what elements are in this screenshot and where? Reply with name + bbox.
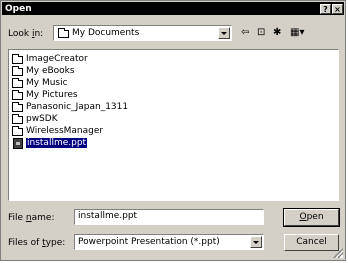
close-button[interactable]: × xyxy=(332,3,343,14)
file-list[interactable]: ImageCreator My eBooks My Music My Pictu… xyxy=(8,49,339,201)
title-bar[interactable]: Open ? × xyxy=(2,2,344,15)
window-title: Open xyxy=(5,3,32,14)
look-in-dropdown[interactable]: My Documents xyxy=(53,25,232,41)
look-in-value: My Documents xyxy=(72,28,140,38)
folder-icon xyxy=(12,78,23,88)
file-name: My eBooks xyxy=(26,66,75,76)
file-name-label: File name: xyxy=(8,213,55,223)
back-icon[interactable]: ⇦ xyxy=(241,26,249,40)
dropdown-arrow-icon[interactable] xyxy=(218,27,230,39)
folder-icon xyxy=(12,66,23,76)
list-item[interactable]: ImageCreator xyxy=(12,53,88,65)
file-type-dropdown[interactable]: Powerpoint Presentation (*.ppt) xyxy=(74,234,264,250)
folder-icon xyxy=(12,102,23,112)
file-type-label: Files of type: xyxy=(8,238,66,248)
list-item-selected[interactable]: installme.ppt xyxy=(12,137,89,149)
list-item[interactable]: My Pictures xyxy=(12,89,78,101)
file-name: My Music xyxy=(26,78,68,88)
powerpoint-file-icon xyxy=(13,138,23,149)
file-name: Panasonic_Japan_1311 xyxy=(26,102,129,112)
file-type-value: Powerpoint Presentation (*.ppt) xyxy=(78,237,220,247)
folder-icon xyxy=(12,54,23,64)
resize-grip-icon[interactable] xyxy=(333,248,343,258)
file-name: pwSDK xyxy=(26,114,58,124)
file-name: ImageCreator xyxy=(26,54,88,64)
open-button[interactable]: Open xyxy=(283,208,340,227)
help-button[interactable]: ? xyxy=(320,3,331,14)
pictures-folder-icon xyxy=(12,90,23,100)
dropdown-arrow-icon[interactable] xyxy=(250,236,262,248)
view-menu-icon[interactable]: ▦▾ xyxy=(290,26,304,40)
folder-icon xyxy=(12,126,23,136)
up-folder-icon[interactable]: ⊡ xyxy=(257,26,265,40)
list-item[interactable]: My Music xyxy=(12,77,68,89)
file-name: My Pictures xyxy=(26,90,78,100)
look-in-label: Look in: xyxy=(8,29,44,39)
list-item[interactable]: pwSDK xyxy=(12,113,58,125)
folder-icon xyxy=(12,114,23,124)
cancel-button[interactable]: Cancel xyxy=(284,234,339,251)
new-folder-icon[interactable]: ✱ xyxy=(273,26,281,40)
file-name: WirelessManager xyxy=(26,126,104,136)
list-item[interactable]: WirelessManager xyxy=(12,125,103,137)
folder-icon xyxy=(58,28,69,38)
open-dialog: Open ? × Look in: My Documents ⇦ ⊡ ✱ ▦▾ … xyxy=(0,0,346,261)
file-name: installme.ppt xyxy=(24,137,89,149)
file-name-input[interactable]: installme.ppt xyxy=(74,209,264,225)
list-item[interactable]: Panasonic_Japan_1311 xyxy=(12,101,128,113)
list-item[interactable]: My eBooks xyxy=(12,65,75,77)
